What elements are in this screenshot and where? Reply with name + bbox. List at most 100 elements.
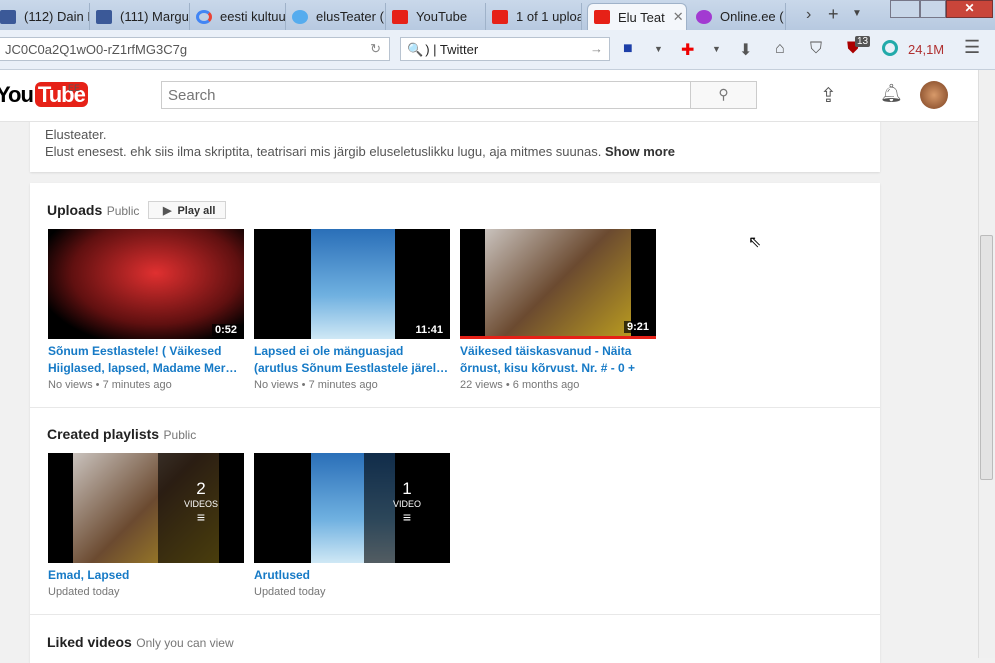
youtube-icon <box>594 10 610 24</box>
upload-icon[interactable]: ⇪ <box>820 83 837 108</box>
google-icon <box>196 9 212 24</box>
channel-content-card: Uploads Public ▶ Play all 0:52 11:41 9:21… <box>30 183 880 663</box>
dropdown-icon[interactable]: ▼ <box>712 44 721 54</box>
playlist-updated: Updated today <box>254 586 326 598</box>
search-bar[interactable]: 🔍) | Twitter → <box>400 37 610 61</box>
video-meta: No views • 7 minutes ago <box>48 379 172 391</box>
video-duration: 9:21 <box>623 321 652 333</box>
playlists-title[interactable]: Created playlists <box>47 426 159 442</box>
minimize-button[interactable] <box>890 0 920 18</box>
youtube-icon <box>492 9 508 24</box>
video-thumbnail[interactable]: 9:21 <box>460 229 656 339</box>
upload-age: 7 minutes ago <box>102 379 172 391</box>
home-icon[interactable]: ⌂ <box>775 40 785 58</box>
notifications-bell-icon[interactable]: 🔔︎ <box>880 83 903 104</box>
downloads-icon[interactable]: ⬇ <box>739 40 752 60</box>
play-all-label: Play all <box>177 205 216 217</box>
view-count: 22 views <box>460 379 503 391</box>
new-tab-icon[interactable]: + <box>828 4 839 25</box>
close-window-button[interactable]: ✕ <box>946 0 993 18</box>
uploads-title[interactable]: Uploads <box>47 202 102 218</box>
video-title-link[interactable]: Sõnum Eestlastele! ( Väikesed Hiiglased,… <box>48 343 244 377</box>
tab-youtube[interactable]: YouTube <box>386 3 486 30</box>
facebook-icon <box>0 9 16 24</box>
search-button[interactable]: ⚲ <box>690 81 757 109</box>
playlists-header: Created playlists Public <box>47 426 196 444</box>
reload-icon[interactable]: ↻ <box>370 41 381 57</box>
browser-toolbar: JC0C0a2Q1wO0-rZ1rfMG3C7g ↻ 🔍) | Twitter → … <box>0 30 995 70</box>
tab-google[interactable]: eesti kultuu <box>190 3 286 30</box>
uploads-visibility: Public <box>106 204 140 218</box>
play-all-button[interactable]: ▶ Play all <box>148 201 227 219</box>
dropdown-icon[interactable]: ▼ <box>654 44 663 54</box>
scroll-tabs-right-icon[interactable]: › <box>806 6 811 24</box>
tab-elu-teater-active[interactable]: Elu Teat ✕ <box>587 3 687 30</box>
tab-label: YouTube <box>416 9 468 24</box>
first-aid-icon[interactable]: ✚ <box>681 40 694 60</box>
tab-uploads[interactable]: 1 of 1 uploa <box>486 3 582 30</box>
maximize-button[interactable] <box>920 0 946 18</box>
tab-facebook-2[interactable]: (111) Margu <box>90 3 190 30</box>
avatar[interactable] <box>920 81 948 109</box>
browser-tab-bar: (112) Dain H (111) Margu eesti kultuu el… <box>0 0 995 30</box>
url-text: JC0C0a2Q1wO0-rZ1rfMG3C7g <box>5 42 188 57</box>
divider <box>30 407 880 408</box>
video-meta: No views • 7 minutes ago <box>254 379 378 391</box>
go-arrow-icon[interactable]: → <box>590 41 603 56</box>
show-more-link[interactable]: Show more <box>605 144 675 159</box>
view-count: No views <box>48 379 93 391</box>
playlist-updated: Updated today <box>48 586 120 598</box>
search-bar-value: ) | Twitter <box>425 42 479 57</box>
tab-twitter[interactable]: elusTeater ( <box>286 3 386 30</box>
video-title-link[interactable]: Lapsed ei ole mänguasjad (arutlus Sõnum … <box>254 343 450 377</box>
tab-online[interactable]: Online.ee ( <box>690 3 786 30</box>
playlist-overlay: 2 VIDEOS ≡ <box>158 453 244 563</box>
tab-label: eesti kultuu <box>220 9 286 24</box>
liked-title[interactable]: Liked videos <box>47 634 132 650</box>
memory-usage: 24,1M <box>908 42 945 57</box>
twitter-icon <box>292 9 308 24</box>
memory-monitor-icon[interactable] <box>882 40 898 56</box>
tab-label: (111) Margu <box>120 9 189 24</box>
region-label: EE <box>68 83 81 93</box>
playlist-unit: VIDEOS <box>183 499 218 509</box>
liked-header: Liked videos Only you can view <box>47 634 234 652</box>
tab-facebook-1[interactable]: (112) Dain H <box>0 3 90 30</box>
youtube-search-input[interactable] <box>161 81 691 109</box>
play-icon: ▶ <box>163 205 172 217</box>
mouse-cursor-icon: ⇖ <box>748 234 762 251</box>
video-thumbnail[interactable]: 11:41 <box>254 229 450 339</box>
youtube-header: YouTube EE ⚲ ⇪ 🔔︎ <box>0 70 978 122</box>
tab-label: Online.ee ( <box>720 9 784 24</box>
menu-icon[interactable]: ☰ <box>964 37 980 58</box>
playlist-count: 1 <box>402 479 412 498</box>
tab-label: elusTeater ( <box>316 9 384 24</box>
tab-list-icon[interactable]: ▼ <box>852 8 862 19</box>
close-tab-icon[interactable]: ✕ <box>673 9 684 25</box>
about-description: Elust enesest. ehk siis ilma skriptita, … <box>45 144 602 159</box>
online-icon <box>696 9 712 24</box>
address-bar[interactable]: JC0C0a2Q1wO0-rZ1rfMG3C7g ↻ <box>0 37 390 61</box>
video-meta: 22 views • 6 months ago <box>460 379 580 391</box>
uploads-header: Uploads Public <box>47 202 139 220</box>
playlist-unit: VIDEO <box>392 499 421 509</box>
playlists-visibility: Public <box>163 428 197 442</box>
tab-label: Elu Teat <box>618 9 665 25</box>
scrollbar-thumb[interactable] <box>980 235 993 480</box>
playlist-icon: ≡ <box>196 509 206 525</box>
video-title-link[interactable]: Väikesed täiskasvanud - Näita õrnust, ki… <box>460 343 656 377</box>
video-thumbnail[interactable]: 0:52 <box>48 229 244 339</box>
playlist-thumbnail[interactable]: 1 VIDEO ≡ <box>254 453 450 563</box>
upload-age: 6 months ago <box>512 379 580 391</box>
liked-note: Only you can view <box>136 636 234 650</box>
view-count: No views <box>254 379 299 391</box>
logo-you: You <box>0 82 34 107</box>
save-icon[interactable]: ■ <box>623 40 633 58</box>
about-line: Elusteater. <box>45 127 107 142</box>
playlist-thumbnail[interactable]: 2 VIDEOS ≡ <box>48 453 244 563</box>
tab-label: 1 of 1 uploa <box>516 9 582 24</box>
youtube-icon <box>392 9 408 24</box>
video-duration: 11:41 <box>412 324 446 336</box>
pocket-icon[interactable]: ⛉ <box>810 40 822 58</box>
playlist-count: 2 <box>196 479 206 498</box>
